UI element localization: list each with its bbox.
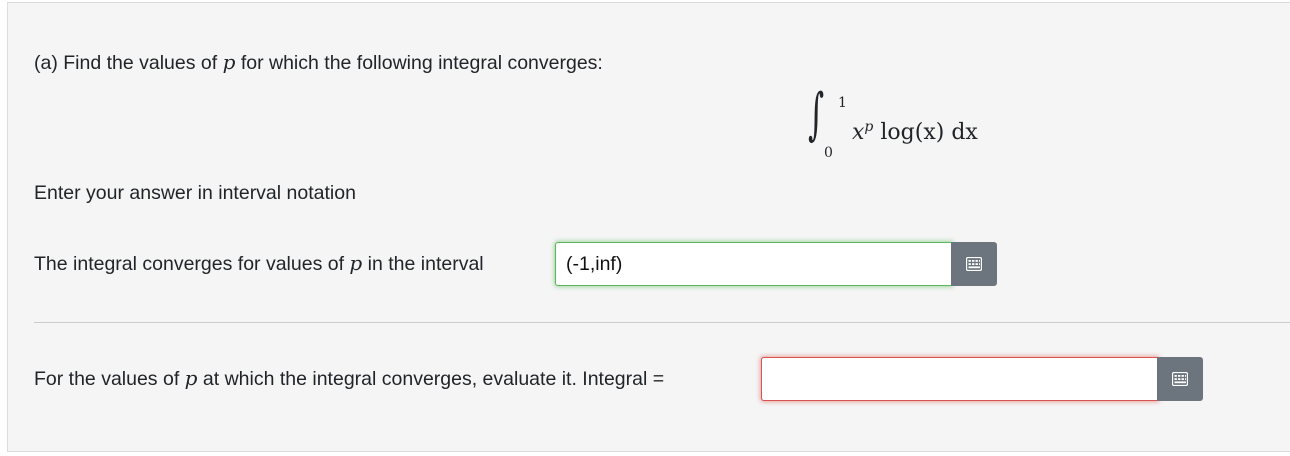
interval-answer-input[interactable]: (-1,inf): [555, 242, 952, 286]
evaluate-label: For the values of p at which the integra…: [34, 366, 665, 390]
integral-sign-icon: ∫: [808, 82, 825, 147]
interval-label: The integral converges for values of p i…: [34, 251, 484, 275]
question-panel: (a) Find the values of p for which the f…: [7, 2, 1290, 452]
calculator-grid-icon: [1172, 372, 1188, 386]
integral-answer-input[interactable]: [761, 357, 1158, 401]
upper-limit: 1: [838, 95, 847, 111]
integral-equation: ∫ 1 0 xp log(x) dx: [808, 87, 1008, 161]
math-keyboard-button[interactable]: [951, 242, 997, 286]
integrand: xp log(x) dx: [852, 119, 978, 145]
section-divider: [34, 322, 1290, 323]
math-keyboard-button[interactable]: [1157, 357, 1203, 401]
lower-limit: 0: [824, 145, 833, 161]
question-prompt: (a) Find the values of p for which the f…: [34, 50, 603, 74]
calculator-grid-icon: [966, 257, 982, 271]
variable-p: p: [222, 50, 236, 74]
instruction-text: Enter your answer in interval notation: [34, 182, 356, 204]
